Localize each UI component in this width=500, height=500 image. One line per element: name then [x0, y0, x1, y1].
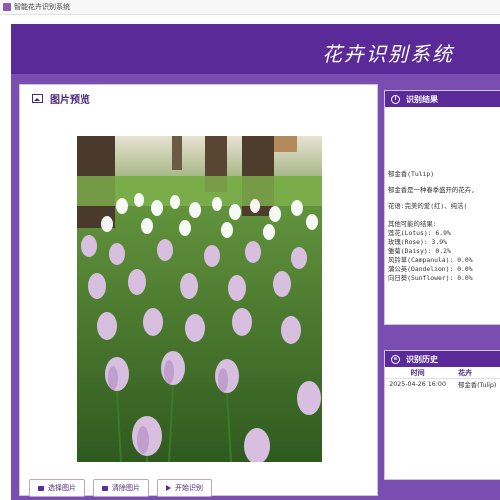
history-table: 时间 花卉 2025-04-26 16:00 郁金香(Tulip)	[385, 367, 500, 390]
result-header: i 识别结果	[385, 91, 500, 107]
clear-image-label: 清除图片	[112, 484, 140, 492]
result-line: 雏菊(Daisy): 0.2%	[388, 247, 451, 255]
result-title: 识别结果	[406, 94, 438, 104]
start-recognition-label: 开始识别	[175, 484, 203, 492]
window-titlebar: 智能花卉识别系统	[0, 0, 500, 15]
result-line: 其他可能的结果:	[388, 220, 437, 228]
table-row[interactable]: 2025-04-26 16:00 郁金香(Tulip)	[385, 379, 500, 390]
flower-image	[77, 136, 322, 462]
preview-panel: 图片预览 选择图片 清除图片 开始识别	[19, 84, 378, 497]
history-header: ≡ 识别历史	[385, 351, 500, 367]
tulip-photo	[77, 136, 322, 462]
start-recognition-button[interactable]: 开始识别	[157, 479, 212, 497]
folder-icon	[38, 485, 44, 491]
button-row: 选择图片 清除图片 开始识别	[29, 479, 212, 497]
result-line: 风铃草(Campanula): 0.0%	[388, 256, 473, 264]
result-text: 郁金香(Tulip) 郁金香是一种春季盛开的花卉, 花语:完美的爱(红)、纯洁(…	[385, 107, 500, 324]
content-area: 图片预览 选择图片 清除图片 开始识别 i 识别结果 郁金香(Tulip) 郁金…	[11, 74, 500, 500]
result-line: 向日葵(Sunflower): 0.0%	[388, 274, 473, 282]
info-icon: i	[391, 94, 400, 104]
clear-icon	[102, 485, 108, 491]
main-window: 花卉识别系统 图片预览 选择图片 清除图片 开始识别 i 识别结果 郁金香(Tu…	[11, 24, 500, 500]
list-icon: ≡	[391, 354, 400, 364]
preview-title: 图片预览	[32, 91, 90, 106]
column-header-time[interactable]: 时间	[385, 368, 450, 378]
window-title: 智能花卉识别系统	[14, 3, 70, 11]
clear-image-button[interactable]: 清除图片	[93, 479, 149, 497]
result-line: 玫瑰(Rose): 3.9%	[388, 238, 447, 246]
result-line: 郁金香是一种春季盛开的花卉,	[388, 186, 475, 194]
result-line: 莲花(Lotus): 6.9%	[388, 229, 451, 237]
history-title: 识别历史	[406, 354, 438, 364]
history-panel: ≡ 识别历史 时间 花卉 2025-04-26 16:00 郁金香(Tulip)	[384, 350, 500, 480]
history-header-row: 时间 花卉	[385, 367, 500, 379]
select-image-label: 选择图片	[48, 484, 76, 492]
result-line: 花语:完美的爱(红)、纯洁(	[388, 202, 468, 210]
app-icon	[3, 3, 11, 11]
select-image-button[interactable]: 选择图片	[29, 479, 85, 497]
result-line: 郁金香(Tulip)	[388, 170, 435, 178]
result-panel: i 识别结果 郁金香(Tulip) 郁金香是一种春季盛开的花卉, 花语:完美的爱…	[384, 90, 500, 325]
play-icon	[166, 485, 171, 491]
result-line: 蒲公英(Dandelion): 0.0%	[388, 265, 473, 273]
image-icon	[32, 94, 43, 103]
history-time-cell: 2025-04-26 16:00	[389, 381, 446, 388]
header-band: 花卉识别系统	[11, 24, 500, 74]
column-header-flower[interactable]: 花卉	[450, 368, 500, 378]
history-flower-cell: 郁金香(Tulip)	[458, 382, 497, 389]
app-title: 花卉识别系统	[322, 42, 454, 66]
preview-title-text: 图片预览	[50, 95, 90, 106]
